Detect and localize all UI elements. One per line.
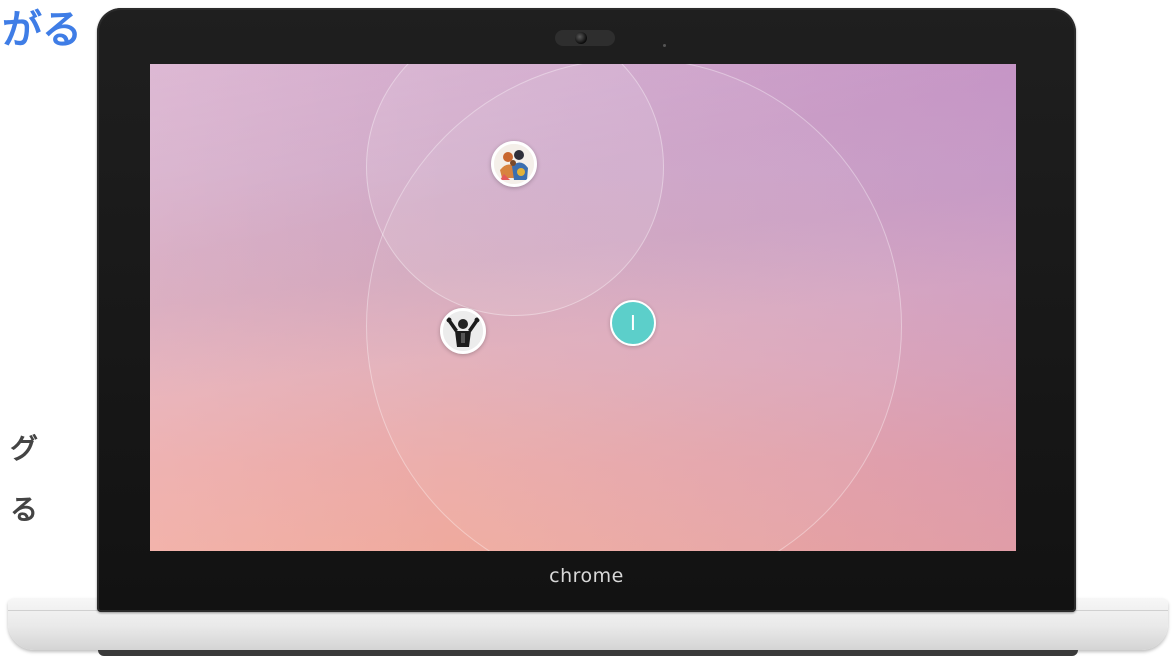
camera-indicator-dot [663,44,666,47]
chrome-logo-text: chrome [549,565,624,587]
performer-photo-avatar-icon[interactable] [440,308,486,354]
group-photo-avatar-icon[interactable] [491,141,537,187]
group-photo-avatar-icon-graphic [494,144,534,184]
laptop-base-foot [98,650,1078,656]
performer-photo-avatar-icon-graphic [443,311,483,351]
webcam-icon [575,32,587,44]
webcam-housing [555,30,615,46]
side-text-line-2: る [9,493,38,526]
side-text-line-1: グ [9,432,38,465]
promo-page: がる グ る chrome I [0,0,1174,658]
current-user-marker[interactable]: I [610,300,656,346]
side-heading: がる [2,7,82,53]
user-initial: I [630,311,636,335]
laptop-screen: I [150,64,1016,551]
